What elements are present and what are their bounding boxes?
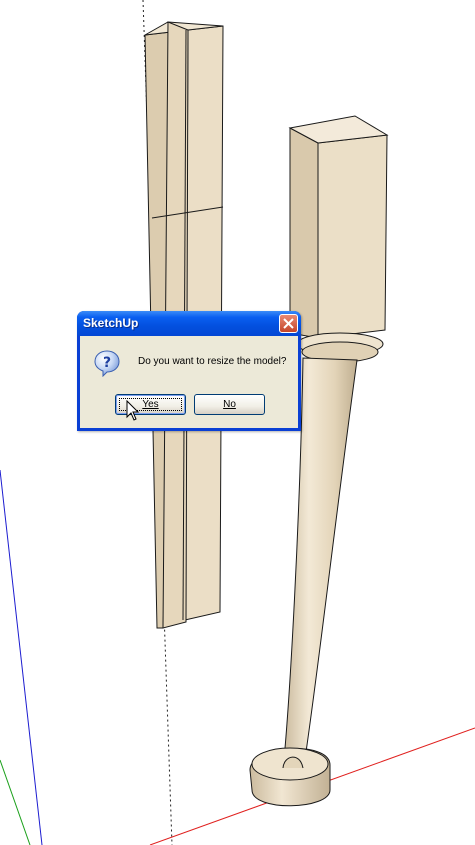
green-axis — [0, 759, 31, 845]
close-icon — [283, 318, 294, 329]
no-button-label: No — [223, 399, 236, 410]
no-button[interactable]: No — [194, 394, 265, 415]
question-icon: ? — [94, 350, 120, 377]
blue-axis — [0, 469, 43, 845]
dialog-message: Do you want to resize the model? — [138, 356, 287, 367]
dialog-title: SketchUp — [83, 316, 139, 330]
svg-text:?: ? — [103, 355, 111, 371]
close-button[interactable] — [279, 314, 298, 333]
dialog-titlebar[interactable]: SketchUp — [77, 311, 301, 336]
mouse-cursor-icon — [126, 400, 140, 421]
resize-model-dialog: SketchUp ? Do you want to resize the mod… — [77, 311, 301, 431]
table-leg-model[interactable] — [249, 115, 389, 807]
dialog-body: ? Do you want to resize the model? Yes N… — [80, 336, 298, 428]
